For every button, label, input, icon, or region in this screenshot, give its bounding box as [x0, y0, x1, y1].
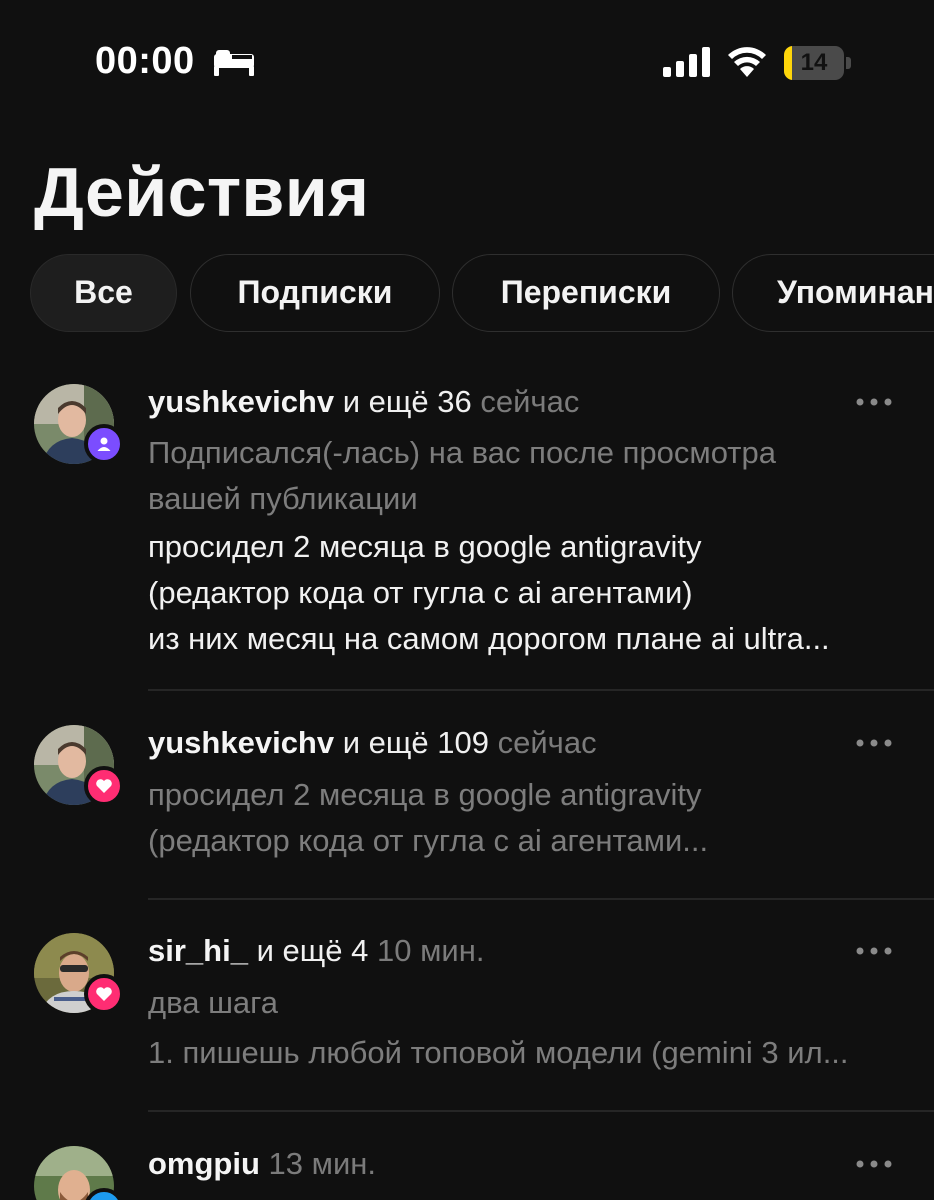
activity-header: yushkevichv и ещё 109 сейчас: [148, 723, 597, 763]
activity-item[interactable]: omgpiu 13 мин.: [0, 1110, 934, 1200]
battery-level: 14: [800, 49, 828, 76]
timestamp: сейчас: [497, 725, 597, 760]
timestamp: 13 мин.: [268, 1146, 377, 1181]
like-badge: [84, 974, 124, 1014]
cellular-signal-icon: [663, 47, 710, 77]
more-icon[interactable]: [852, 396, 896, 408]
like-badge: [84, 766, 124, 806]
tab-mentions[interactable]: Упоминан: [732, 254, 934, 332]
more-icon[interactable]: [852, 737, 896, 749]
person-icon: [97, 437, 111, 451]
activity-header: sir_hi_ и ещё 4 10 мин.: [148, 931, 484, 971]
bed-icon: [214, 50, 254, 76]
follow-badge: [84, 424, 124, 464]
tab-follows[interactable]: Подписки: [190, 254, 440, 332]
activity-item[interactable]: sir_hi_ и ещё 4 10 мин. два шага 1. пише…: [0, 898, 934, 1112]
status-time: 00:00: [95, 40, 195, 82]
post-preview-line[interactable]: (редактор кода от гугла с ai агентами...: [148, 821, 708, 861]
post-preview-line[interactable]: (редактор кода от гугла с ai агентами): [148, 573, 693, 613]
username[interactable]: yushkevichv: [148, 384, 334, 419]
activity-header: omgpiu 13 мин.: [148, 1144, 376, 1184]
post-preview-line[interactable]: просидел 2 месяца в google antigravity: [148, 775, 701, 815]
username[interactable]: omgpiu: [148, 1146, 260, 1181]
others-count: и ещё 109: [342, 725, 489, 760]
wifi-icon: [728, 47, 766, 77]
username[interactable]: yushkevichv: [148, 725, 334, 760]
page-title: Действия: [34, 153, 370, 231]
others-count: и ещё 36: [342, 384, 472, 419]
activity-item[interactable]: yushkevichv и ещё 36 сейчас Подписался(-…: [0, 360, 934, 691]
activity-item[interactable]: yushkevichv и ещё 109 сейчас просидел 2 …: [0, 690, 934, 900]
heart-icon: [96, 779, 112, 793]
others-count: и ещё 4: [256, 933, 369, 968]
battery-icon: 14: [784, 46, 852, 80]
timestamp: 10 мин.: [376, 933, 485, 968]
post-preview-line[interactable]: из них месяц на самом дорогом плане ai u…: [148, 619, 830, 659]
activity-text-line: вашей публикации: [148, 481, 418, 516]
tab-conversations[interactable]: Переписки: [452, 254, 720, 332]
activity-text-line: Подписался(-лась) на вас после просмотра: [148, 435, 776, 470]
post-preview-line[interactable]: 1. пишешь любой топовой модели (gemini 3…: [148, 1033, 849, 1073]
activity-header: yushkevichv и ещё 36 сейчас: [148, 382, 579, 422]
tab-all[interactable]: Все: [30, 254, 177, 332]
status-bar: 00:00 14: [0, 0, 934, 120]
timestamp: сейчас: [480, 384, 580, 419]
post-preview-line[interactable]: просидел 2 месяца в google antigravity: [148, 527, 701, 567]
filter-tabs: Все Подписки Переписки Упоминан: [30, 254, 934, 332]
heart-icon: [96, 987, 112, 1001]
post-preview-line[interactable]: два шага: [148, 983, 278, 1023]
username[interactable]: sir_hi_: [148, 933, 248, 968]
more-icon[interactable]: [852, 945, 896, 957]
more-icon[interactable]: [852, 1158, 896, 1170]
